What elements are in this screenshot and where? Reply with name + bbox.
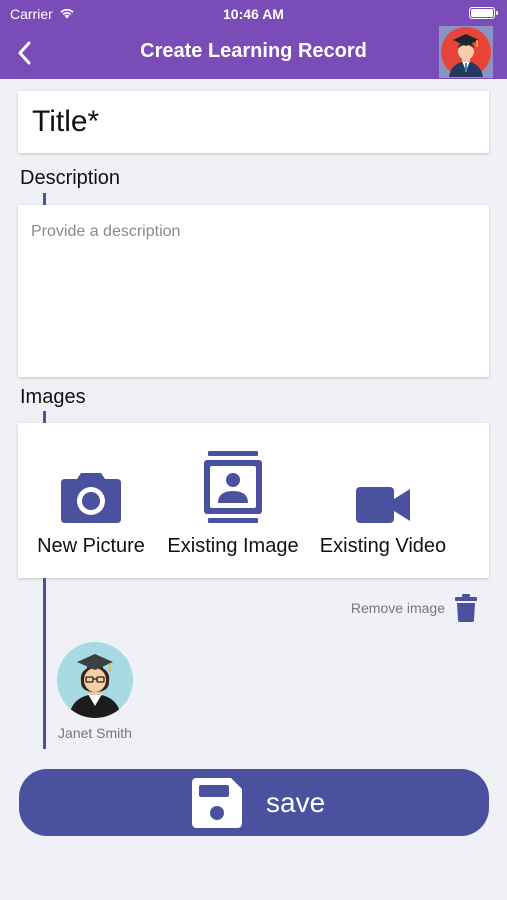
existing-video-button[interactable]: Existing Video bbox=[313, 423, 453, 578]
image-gallery-icon bbox=[202, 423, 264, 533]
status-time: 10:46 AM bbox=[223, 6, 284, 22]
attachments-connector-line bbox=[43, 578, 46, 749]
profile-avatar[interactable] bbox=[439, 26, 493, 78]
app-header: Carrier 10:46 AM Create Learning Record bbox=[0, 0, 507, 79]
remove-image-label: Remove image bbox=[350, 600, 445, 616]
existing-video-label: Existing Video bbox=[319, 535, 447, 557]
description-card bbox=[18, 205, 489, 377]
title-input[interactable] bbox=[30, 104, 489, 140]
title-field-card bbox=[18, 91, 489, 153]
battery-icon bbox=[469, 7, 498, 19]
existing-image-label: Existing Image bbox=[167, 535, 299, 557]
save-label: save bbox=[266, 787, 326, 818]
video-camera-icon bbox=[354, 423, 412, 533]
attached-image-thumbnail[interactable] bbox=[57, 642, 133, 718]
page-title: Create Learning Record bbox=[140, 40, 367, 62]
existing-image-button[interactable]: Existing Image bbox=[163, 423, 303, 578]
description-label: Description bbox=[20, 167, 121, 189]
new-picture-button[interactable]: New Picture bbox=[26, 423, 156, 578]
attached-person-name: Janet Smith bbox=[58, 725, 132, 741]
media-options-card: New Picture Existing Image Existing Vide… bbox=[18, 423, 489, 578]
graduate-avatar-icon bbox=[441, 27, 491, 77]
floppy-disk-icon bbox=[192, 778, 242, 828]
new-picture-label: New Picture bbox=[37, 535, 145, 557]
description-input[interactable] bbox=[18, 205, 489, 377]
images-connector-line bbox=[43, 411, 46, 423]
status-bar: Carrier 10:46 AM bbox=[0, 0, 507, 28]
remove-image-button[interactable]: Remove image bbox=[351, 594, 477, 622]
description-connector-line bbox=[43, 193, 46, 205]
save-button[interactable]: save bbox=[19, 769, 489, 836]
camera-icon bbox=[59, 423, 123, 533]
trash-icon bbox=[455, 594, 477, 622]
images-label: Images bbox=[20, 386, 86, 408]
graduate-woman-avatar-icon bbox=[69, 654, 121, 718]
battery-level bbox=[471, 9, 493, 17]
